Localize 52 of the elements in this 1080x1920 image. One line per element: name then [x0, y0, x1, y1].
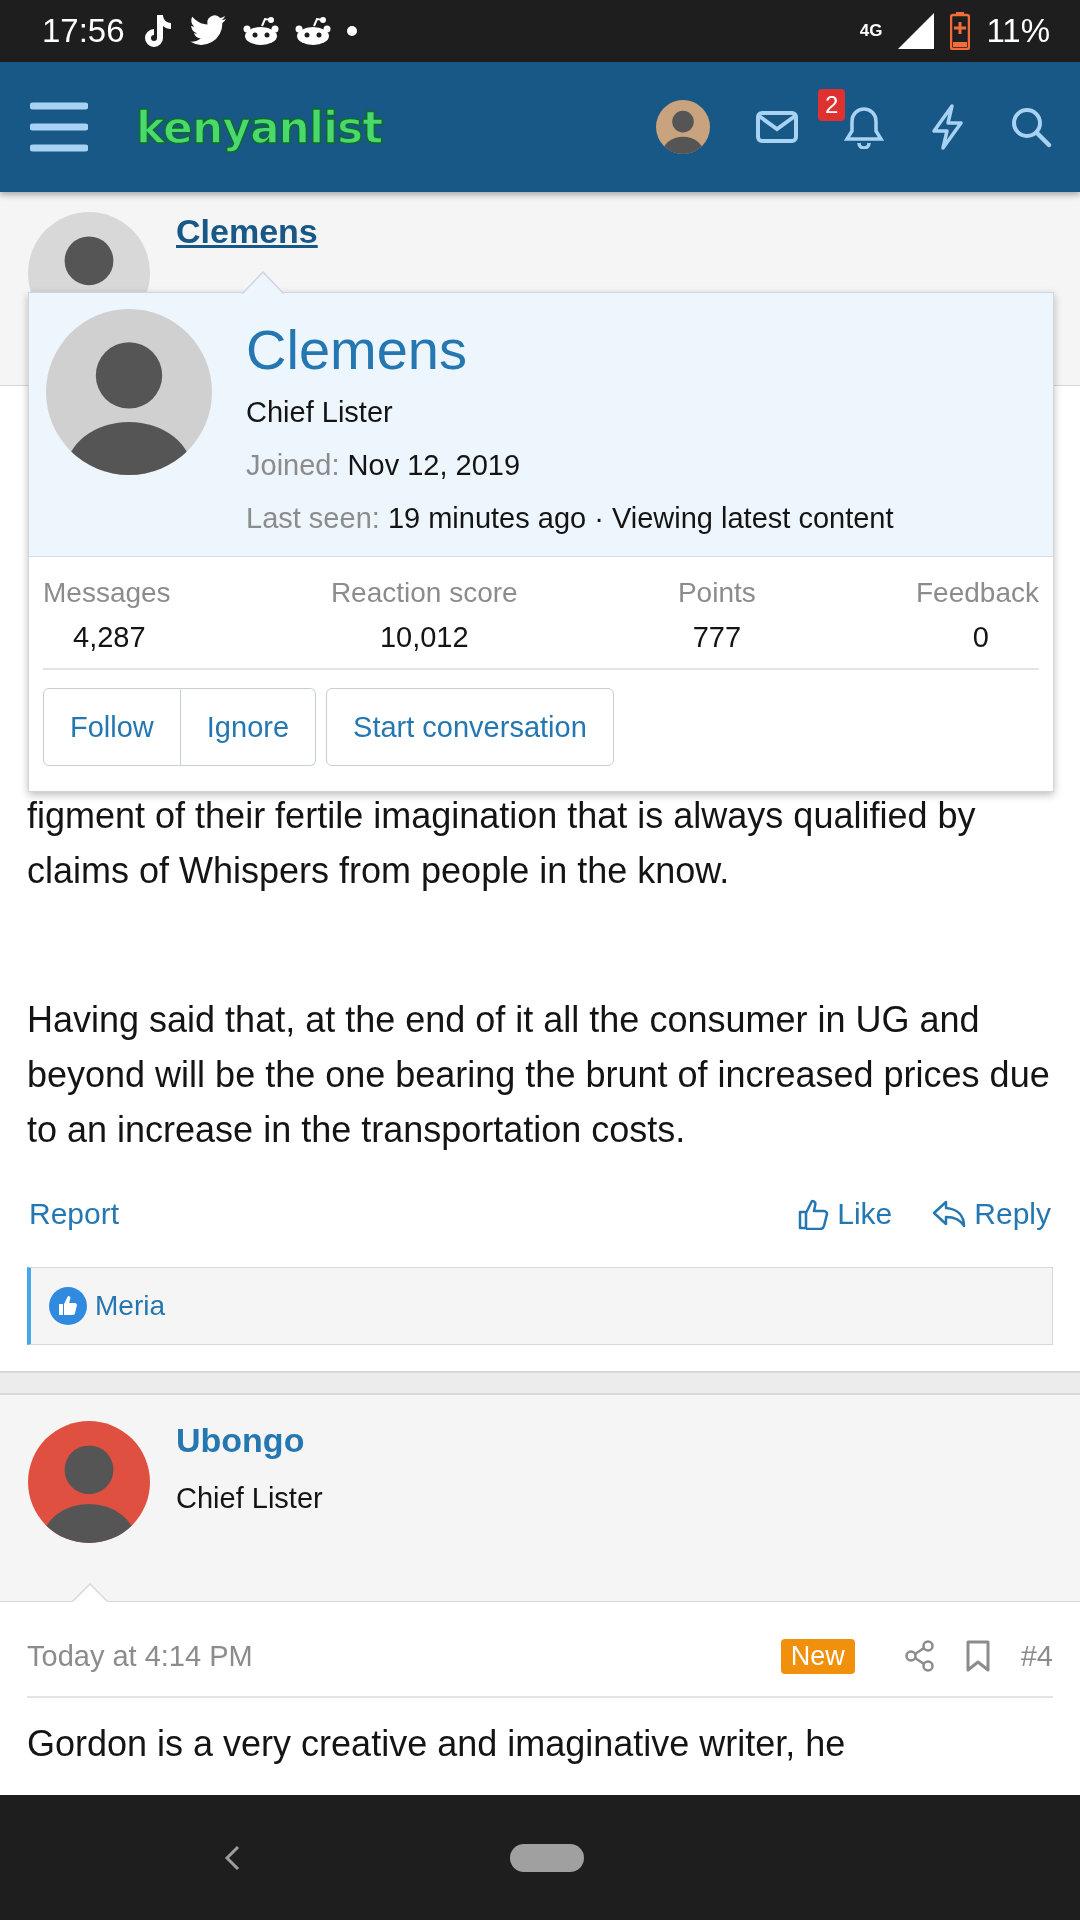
stat-value: 777	[692, 621, 742, 654]
robot-face-icon	[242, 16, 279, 46]
bird-icon	[188, 15, 227, 47]
author-name[interactable]: Clemens	[176, 212, 318, 250]
clock: 17:56	[42, 12, 125, 50]
user-avatar[interactable]	[656, 100, 710, 154]
author-title: Chief Lister	[176, 1482, 323, 1515]
conversation-button[interactable]: Start conversation	[326, 688, 614, 766]
post-text: Gordon is a very creative and imaginative writer, he	[27, 1722, 847, 1766]
back-icon[interactable]	[222, 1843, 242, 1872]
reactor-link[interactable]: Meria	[95, 1290, 165, 1322]
new-badge: New	[780, 1638, 855, 1674]
dot-icon	[346, 26, 357, 36]
post-text: figment of their fertile imagination that is always qualified by claims of Whispers from people in the know.	[27, 794, 977, 893]
joined-date: Joined: Nov 12, 2019	[246, 449, 522, 482]
battery-level: 11%	[986, 12, 1050, 50]
stat-label: Feedback	[916, 577, 1039, 609]
signal-icon	[898, 13, 935, 49]
post-date[interactable]: Today at 4:14 PM	[27, 1639, 253, 1673]
bell-icon[interactable]	[844, 105, 884, 149]
report-link[interactable]: Report	[29, 1197, 120, 1231]
follow-button[interactable]: Follow	[43, 688, 181, 766]
site-logo[interactable]: kenyanlist	[136, 101, 383, 153]
reply-button[interactable]: Reply	[932, 1197, 1051, 1231]
network-label: 4G	[859, 23, 883, 39]
menu-icon[interactable]	[30, 102, 88, 152]
stat-value: 0	[972, 621, 989, 654]
envelope-icon[interactable]	[756, 111, 798, 143]
home-pill-icon[interactable]	[510, 1843, 584, 1872]
search-icon[interactable]	[1010, 106, 1052, 148]
stat-label: Reaction score	[330, 577, 518, 609]
ignore-button[interactable]: Ignore	[180, 688, 317, 766]
robot-face-icon	[294, 16, 331, 46]
notification-badge: 2	[818, 89, 846, 121]
lightning-icon[interactable]	[930, 104, 964, 150]
member-title: Chief Lister	[246, 396, 394, 429]
post-text: Having said that, at the end of it all the consumer in UG and beyond will be the one bearing the brunt of increased prices due to an increase in the transportation costs.	[27, 998, 1051, 1152]
stat-label: Points	[677, 577, 756, 609]
share-icon[interactable]	[904, 1640, 935, 1672]
stat-label: Messages	[43, 577, 171, 609]
author-name[interactable]: Ubongo	[176, 1421, 305, 1459]
stat-value: 10,012	[379, 621, 469, 654]
member-name[interactable]: Clemens	[246, 317, 894, 382]
post-number[interactable]: #4	[1020, 1639, 1053, 1673]
stat-value: 4,287	[73, 621, 146, 654]
battery-icon	[950, 12, 971, 50]
like-button[interactable]: Like	[797, 1197, 893, 1231]
last-seen: Last seen: 19 minutes ago · Viewing latest content	[246, 502, 894, 535]
thumbs-up-icon	[797, 1198, 830, 1230]
reply-arrow-icon	[932, 1199, 967, 1229]
like-reaction-icon	[49, 1287, 87, 1325]
bookmark-icon[interactable]	[964, 1640, 991, 1672]
